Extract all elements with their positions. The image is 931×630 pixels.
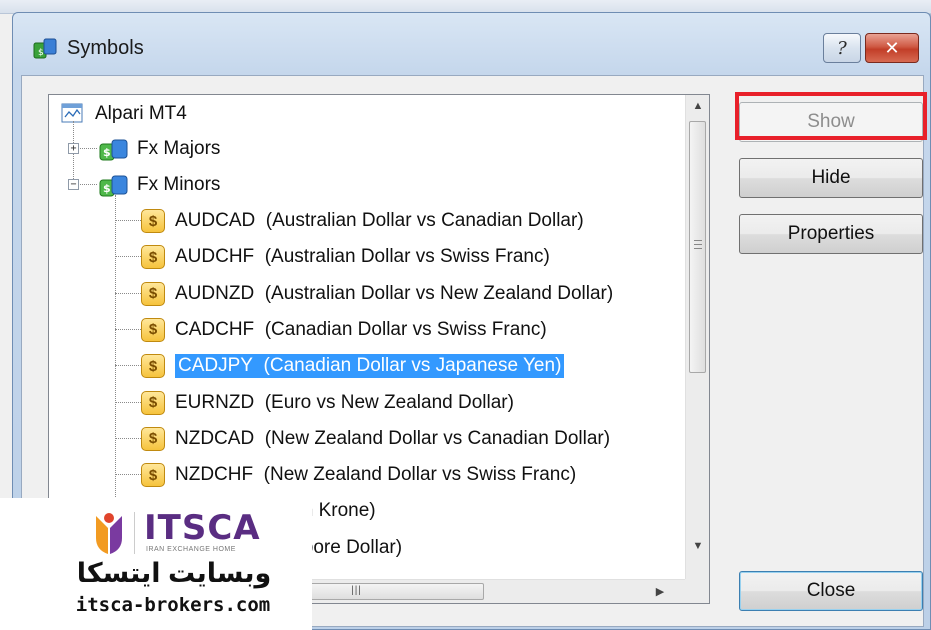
symbol-row[interactable]: $ CADCHF (Canadian Dollar vs Swiss Franc) [141, 313, 547, 347]
watermark: ITSCA IRAN EXCHANGE HOME وبسایت ایتسکا i… [0, 498, 312, 630]
scroll-right-icon[interactable]: ▶ [649, 580, 671, 603]
close-button[interactable]: Close [739, 571, 923, 611]
symbol-code: NZDCHF [175, 464, 254, 486]
svg-text:$: $ [103, 146, 111, 159]
scroll-down-icon[interactable]: ▼ [686, 535, 709, 557]
symbol-description: (New Zealand Dollar vs Canadian Dollar) [264, 427, 611, 449]
expand-toggle-fx-minors[interactable]: − [68, 179, 79, 190]
help-button[interactable]: ? [823, 33, 861, 63]
symbol-description: (Canadian Dollar vs Swiss Franc) [264, 318, 547, 340]
symbol-code: AUDCHF [175, 246, 255, 268]
tree-root[interactable]: Alpari MT4 [61, 97, 187, 131]
tree-group-label: Fx Minors [137, 174, 221, 195]
expand-toggle-fx-majors[interactable]: + [68, 143, 79, 154]
tree-guide [115, 401, 141, 403]
highlight-box [735, 92, 927, 140]
tree-guide [115, 437, 141, 439]
help-icon: ? [837, 37, 847, 59]
symbol-coin-icon: $ [141, 354, 165, 379]
tree-guide [115, 256, 141, 258]
symbol-description: (Australian Dollar vs Canadian Dollar) [265, 210, 584, 231]
symbol-coin-icon: $ [141, 209, 165, 233]
tree-guide [115, 328, 141, 330]
tree-group-fx-majors[interactable]: $ Fx Majors [99, 132, 220, 166]
symbol-description: (New Zealand Dollar vs Swiss Franc) [263, 464, 577, 486]
symbol-row[interactable]: $ CADJPY (Canadian Dollar vs Japanese Yen… [141, 349, 565, 383]
symbol-label: EURNZD (Euro vs New Zealand Dollar) [175, 392, 514, 414]
logo-divider [134, 512, 135, 554]
symbol-row[interactable]: $ AUDNZD (Australian Dollar vs New Zealan… [141, 277, 613, 311]
symbol-code: CADJPY [178, 355, 253, 377]
symbol-coin-icon: $ [141, 281, 165, 306]
properties-button[interactable]: Properties [739, 214, 923, 254]
symbol-code: AUDCAD [175, 210, 256, 231]
symbol-code: AUDNZD [175, 282, 255, 304]
window-title: Symbols [67, 37, 144, 59]
hide-button[interactable]: Hide [739, 158, 923, 198]
svg-text:$: $ [103, 182, 111, 195]
symbol-label: NZDCAD (New Zealand Dollar vs Canadian D… [175, 428, 610, 450]
symbol-code: CADCHF [175, 318, 255, 340]
grip-icon [694, 240, 702, 241]
symbol-label: AUDNZD (Australian Dollar vs New Zealand… [175, 283, 613, 305]
grip-icon [694, 244, 702, 245]
vertical-scroll-thumb[interactable] [689, 121, 706, 373]
brand-url: itsca-brokers.com [75, 594, 271, 616]
symbol-row[interactable]: $ NZDCHF (New Zealand Dollar vs Swiss Fra… [141, 458, 576, 492]
symbol-description: (Euro vs New Zealand Dollar) [264, 391, 514, 413]
symbol-description: (Australian Dollar vs Swiss Franc) [264, 246, 550, 268]
symbol-row[interactable]: $ AUDCAD (Australian Dollar vs Canadian D… [141, 204, 584, 238]
window-close-button[interactable]: ✕ [865, 33, 919, 63]
close-icon: ✕ [884, 37, 900, 58]
grip-icon [694, 248, 702, 249]
symbol-coin-icon: $ [141, 426, 165, 451]
symbol-description: (Australian Dollar vs New Zealand Dollar… [264, 282, 614, 304]
title-bar: $ Symbols ? ✕ [13, 13, 930, 73]
symbol-row[interactable]: $ AUDCHF (Australian Dollar vs Swiss Fran… [141, 240, 550, 274]
svg-text:$: $ [38, 48, 44, 58]
folder-symbols-icon: $ [99, 175, 128, 197]
tree-guide [115, 474, 141, 476]
scroll-up-icon[interactable]: ▲ [686, 95, 709, 117]
brand-tagline: IRAN EXCHANGE HOME [146, 546, 236, 553]
scrollbar-corner [685, 579, 709, 603]
symbol-row[interactable]: $ NZDCAD (New Zealand Dollar vs Canadian … [141, 422, 610, 456]
symbol-description: (Canadian Dollar vs Japanese Yen) [263, 355, 562, 377]
tree-group-label: Fx Majors [137, 138, 221, 159]
tree-root-label: Alpari MT4 [95, 103, 187, 124]
vertical-scrollbar[interactable]: ▲ ▼ [685, 95, 709, 579]
symbols-icon: $ [33, 38, 57, 59]
brand-arabic: وبسایت ایتسکا [76, 558, 272, 588]
symbol-code: EURNZD [175, 391, 255, 413]
symbol-label: CADJPY (Canadian Dollar vs Japanese Yen) [175, 354, 565, 379]
tree-guide [115, 292, 141, 294]
symbol-coin-icon: $ [141, 463, 165, 488]
symbol-coin-icon: $ [141, 317, 165, 342]
symbol-label: CADCHF (Canadian Dollar vs Swiss Franc) [175, 319, 547, 341]
symbol-coin-icon: $ [141, 245, 165, 270]
symbol-coin-icon: $ [141, 390, 165, 415]
symbol-label: AUDCHF (Australian Dollar vs Swiss Franc… [175, 246, 550, 268]
folder-symbols-icon: $ [99, 139, 128, 161]
symbol-label: AUDCAD (Australian Dollar vs Canadian Do… [175, 210, 584, 232]
brand-name: ITSCA [144, 508, 261, 548]
symbol-label: NZDCHF (New Zealand Dollar vs Swiss Fran… [175, 464, 576, 486]
tree-guide [115, 365, 141, 367]
symbol-code: NZDCAD [175, 427, 255, 449]
symbol-row[interactable]: $ EURNZD (Euro vs New Zealand Dollar) [141, 386, 514, 420]
itsca-logo-icon [96, 513, 122, 554]
tree-group-fx-minors[interactable]: $ Fx Minors [99, 168, 220, 202]
tree-guide [115, 220, 141, 221]
